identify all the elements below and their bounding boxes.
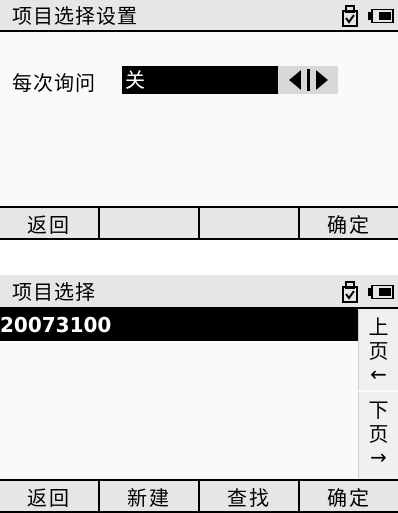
page-down-button[interactable]: 下 页 → [358,392,398,479]
list-item[interactable]: 20073100 [0,309,359,341]
arrow-left-icon: ← [370,362,387,386]
battery-icon [368,285,394,299]
usb-drive-icon [342,281,358,303]
softkey-empty-3[interactable] [200,208,300,238]
settings-content [0,32,398,206]
search-button[interactable]: 查找 [200,481,300,511]
page-down-label-1: 下 [368,398,389,422]
triangle-right-icon[interactable] [315,70,328,90]
titlebar-project-select-settings: 项目选择设置 [0,0,398,32]
softkey-bar: 返回 确定 [0,206,398,240]
spinner-divider [306,69,310,91]
back-button[interactable]: 返回 [0,208,100,238]
page-up-label-1: 上 [368,315,389,339]
new-button[interactable]: 新建 [100,481,200,511]
ask-each-time-value[interactable]: 关 [122,66,278,94]
confirm-button[interactable]: 确定 [300,208,398,238]
ask-each-time-spinner[interactable] [278,66,338,94]
softkey-empty-2[interactable] [100,208,200,238]
confirm-button[interactable]: 确定 [300,481,398,511]
softkey-bar: 返回 新建 查找 确定 [0,479,398,513]
page-title: 项目选择设置 [12,4,138,28]
usb-drive-icon [342,5,358,27]
page-up-button[interactable]: 上 页 ← [358,309,398,390]
battery-icon [368,9,394,23]
arrow-right-icon: → [370,445,387,469]
list-item-label: 20073100 [0,313,112,337]
page-title: 项目选择 [12,280,96,304]
page-up-label-2: 页 [368,339,389,363]
page-down-label-2: 页 [368,422,389,446]
triangle-left-icon[interactable] [288,70,301,90]
ask-each-time-label: 每次询问 [12,71,96,95]
screen-gap [0,240,398,275]
titlebar-project-select: 项目选择 [0,275,398,309]
back-button[interactable]: 返回 [0,481,100,511]
